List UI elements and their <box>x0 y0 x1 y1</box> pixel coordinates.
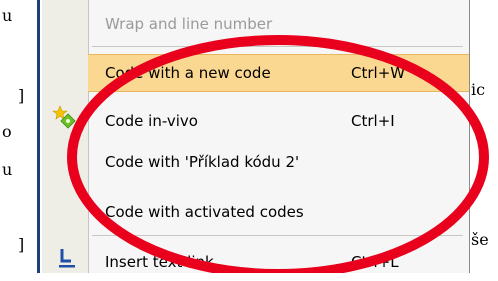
underline-link-icon <box>59 249 75 268</box>
background-text-fragment: še <box>471 230 489 249</box>
menu-item-label: Code with 'Příklad kódu 2' <box>105 153 300 171</box>
background-text-fragment: u <box>2 6 13 25</box>
background-text-fragment: ] <box>18 86 25 105</box>
sparkle-code-icon <box>52 105 76 129</box>
menu-item-label: Insert text link <box>105 253 214 271</box>
menu-item-wrap-and-line-number: Wrap and line number <box>88 5 469 43</box>
menu-item-label: Code with activated codes <box>105 203 304 221</box>
menu-item-code-with-new-code[interactable]: Code with a new code Ctrl+W <box>88 54 469 92</box>
menu-item-code-in-vivo[interactable]: Code in-vivo Ctrl+I <box>88 102 469 140</box>
menu-item-code-with-activated-codes[interactable]: Code with activated codes <box>88 193 469 231</box>
menu-separator <box>92 235 463 236</box>
context-menu: Wrap and line number Code with a new cod… <box>42 0 470 273</box>
menu-item-label: Code in-vivo <box>105 112 198 130</box>
document-edge <box>37 0 40 273</box>
menu-separator <box>92 46 463 47</box>
menu-item-shortcut: Ctrl+W <box>351 64 406 82</box>
menu-icon-gutter <box>42 0 89 273</box>
background-text-fragment: ] <box>18 235 25 254</box>
menu-item-shortcut: Ctrl+I <box>351 112 395 130</box>
menu-item-label: Wrap and line number <box>105 15 273 33</box>
menu-item-shortcut: Ctrl+L <box>351 253 399 271</box>
menu-item-code-with-priklad-kodu-2[interactable]: Code with 'Příklad kódu 2' <box>88 143 469 181</box>
menu-item-label: Code with a new code <box>105 64 271 82</box>
background-text-fragment: o <box>2 122 12 141</box>
background-text-fragment: u <box>2 160 13 179</box>
menu-item-insert-text-link[interactable]: Insert text link Ctrl+L <box>88 243 469 281</box>
background-text-fragment: ic <box>471 80 486 99</box>
